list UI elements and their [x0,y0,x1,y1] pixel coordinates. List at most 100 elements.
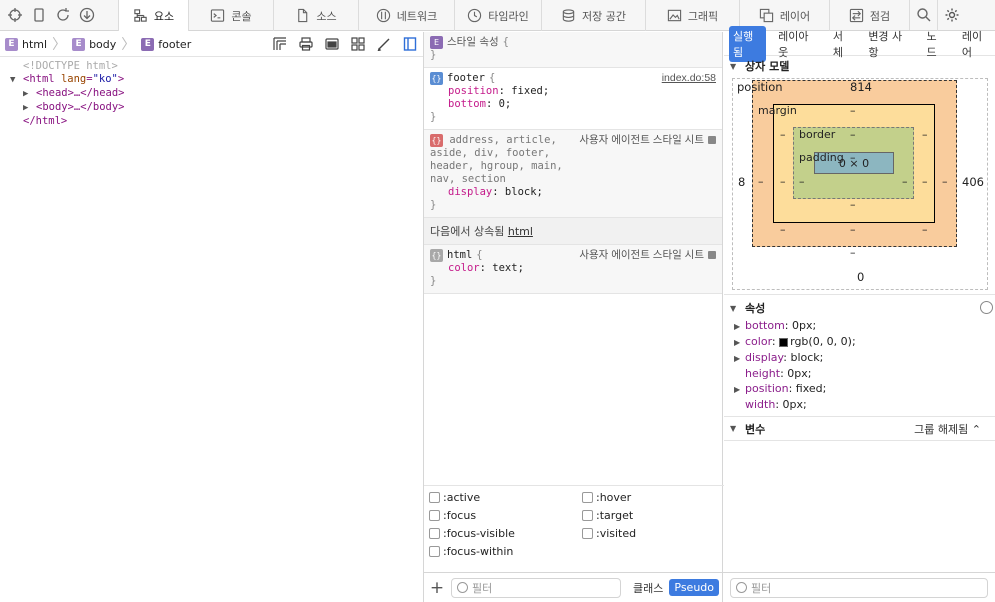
border-right-value[interactable]: – [922,175,928,188]
tab-elements[interactable]: 요소 [118,0,188,31]
padding-left-value[interactable]: – [799,175,805,188]
dom-tools [272,37,423,52]
computed-property-width[interactable]: width: 0px; [724,397,995,412]
margin-left-value[interactable]: – [758,175,764,188]
computed-property-bottom[interactable]: ▶ bottom: 0px; [724,318,995,334]
tab-storage[interactable]: 저장 공간 [541,0,645,31]
device-icon[interactable] [30,6,48,24]
expand-triangle-icon[interactable]: ▶ [734,382,745,397]
rule-property[interactable]: position: fixed; [430,85,716,98]
sidebar-toggle-icon[interactable] [402,37,417,52]
expand-triangle-icon[interactable]: ▶ [734,319,745,334]
expand-triangle-icon[interactable]: ▶ [23,102,36,115]
position-bottom-value[interactable]: 0 [857,270,864,284]
breadcrumb-item-body[interactable]: E body [72,37,116,51]
body-tag: <body>…</body> [36,101,125,113]
styles-filter-input[interactable]: 필터 [451,577,621,598]
breadcrumb: E html 〉 E body 〉 E footer [0,32,423,57]
computed-filter-input[interactable]: 필터 [730,577,988,598]
position-right-value[interactable]: 406 [962,175,984,189]
margin-right-value[interactable]: – [942,175,948,188]
variables-header[interactable]: ▼ 변수 [724,419,765,439]
tab-timeline[interactable]: 타임라인 [454,0,541,31]
element-badge-icon: E [5,37,18,51]
pseudo-checkbox-active[interactable]: :active [429,490,582,504]
rule-property[interactable]: bottom: 0; [430,98,716,111]
screenshot-icon[interactable] [324,37,339,52]
expand-triangle-icon[interactable]: ▶ [23,88,36,101]
computed-property-display[interactable]: ▶ display: block; [724,350,995,366]
chevron-updown-icon: ⌃ [971,422,981,436]
padding-right-value[interactable]: – [902,175,908,188]
add-rule-button[interactable]: + [429,578,445,598]
box-model-header[interactable]: ▼ 상자 모델 [724,56,995,76]
download-icon[interactable] [78,6,96,24]
tab-label: 네트워크 [396,9,438,23]
network-icon [376,8,390,23]
computed-property-position[interactable]: ▶ position: fixed; [724,381,995,397]
border-bottom-value[interactable]: – [850,223,856,236]
rule-source-link[interactable]: index.do:58 [662,72,716,85]
layout-overlay-icon[interactable] [272,37,287,52]
border-top-value[interactable]: – [850,128,856,141]
pseudo-checkbox-target[interactable]: :target [582,508,722,522]
html-attr-value: "ko" [92,73,118,85]
storage-icon [562,9,575,22]
rule-property[interactable]: color: text; [430,262,716,275]
head-node[interactable]: ▶ <head>…</head> [10,87,423,101]
border-right-top-value[interactable]: – [922,128,928,141]
tab-graphics[interactable]: 그래픽 [645,0,739,31]
pseudo-checkbox-hover[interactable]: :hover [582,490,722,504]
pseudo-checkbox-focus-visible[interactable]: :focus-visible [429,526,582,540]
computed-properties-header[interactable]: ▼ 속성 [724,298,995,318]
pseudo-checkbox-focus[interactable]: :focus [429,508,582,522]
breadcrumb-label: footer [158,37,192,51]
breadcrumb-item-footer[interactable]: E footer [141,37,192,51]
print-icon[interactable] [298,37,313,52]
tab-console[interactable]: 콘솔 [188,0,273,31]
pseudo-toggle-button[interactable]: Pseudo [669,579,719,596]
color-swatch[interactable] [779,337,789,347]
grid-icon[interactable] [350,37,365,52]
rule-property[interactable]: display: block; [430,186,716,199]
inherited-from-link[interactable]: html [508,225,533,238]
inspect-element-icon[interactable] [6,6,24,24]
html-attr-name: lang [60,73,87,85]
computed-property-color[interactable]: ▶ color: rgb(0, 0, 0); [724,334,995,350]
reload-icon[interactable] [54,6,72,24]
computed-property-height[interactable]: height: 0px; [724,366,995,381]
border-left-top-value[interactable]: – [780,128,786,141]
tab-sources[interactable]: 소스 [273,0,358,31]
style-rule-footer[interactable]: {} footer { index.do:58 position: fixed; … [424,68,722,130]
collapse-triangle-icon[interactable]: ▼ [10,74,23,87]
border-right-bottom-value[interactable]: – [922,223,928,236]
padding-bottom-value[interactable]: – [850,198,856,211]
style-rule-html[interactable]: {} html { 사용자 에이전트 스타일 시트 color: text; } [424,245,722,294]
body-node[interactable]: ▶ <body>…</body> [10,101,423,115]
html-close-node[interactable]: </html> [10,115,423,128]
class-toggle-button[interactable]: 클래스 [633,580,663,596]
doctype-node[interactable]: <!DOCTYPE html> [10,60,423,73]
expand-triangle-icon[interactable]: ▶ [734,351,745,366]
breadcrumb-item-html[interactable]: E html [5,37,47,51]
inline-style-label: 스타일 속성 [447,36,499,48]
pencil-icon[interactable] [376,37,391,52]
tab-network[interactable]: 네트워크 [358,0,454,31]
position-top-value[interactable]: 814 [850,80,872,94]
position-left-value[interactable]: 8 [738,175,745,189]
padding-top-value[interactable]: – [850,151,856,164]
rule-selector: address, article, aside, div, footer, he… [430,134,563,185]
border-left-value[interactable]: – [780,175,786,188]
filter-icon[interactable] [980,301,993,314]
box-model-section: ▼ 상자 모델 0 × 0 position 814 8 406 0 margin… [724,56,995,295]
style-rule-user-agent[interactable]: {} address, article, aside, div, footer,… [424,130,722,218]
margin-top-value[interactable]: – [850,104,856,117]
pseudo-checkbox-visited[interactable]: :visited [582,526,722,540]
margin-bottom-value[interactable]: – [850,246,856,259]
inline-style-rule[interactable]: E 스타일 속성 { } [424,32,722,68]
pseudo-checkbox-focus-within[interactable]: :focus-within [429,544,582,558]
expand-triangle-icon[interactable]: ▶ [734,335,745,350]
html-node[interactable]: ▼ <html lang="ko"> [10,73,423,87]
ungroup-select[interactable]: 그룹 해제됨 ⌃ [914,421,981,437]
border-left-bottom-value[interactable]: – [780,223,786,236]
